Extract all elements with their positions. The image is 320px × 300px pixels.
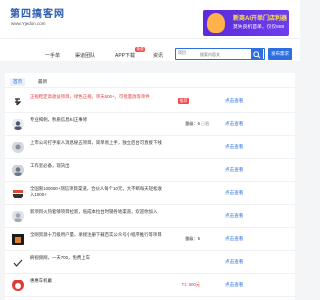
item-title: 全国限100000+测信项目渠道，合伙人每个10元，大不断每天轻松收入1000+ bbox=[30, 186, 162, 197]
list-item[interactable]: 刷视频网，一天700，免费上车 点击查看 bbox=[5, 251, 295, 274]
app-badge: 免费 bbox=[135, 47, 146, 52]
avatar bbox=[12, 118, 24, 130]
banner-headline: 新商AI开单门店利器 bbox=[233, 16, 288, 22]
search-input[interactable] bbox=[200, 49, 240, 59]
list-item[interactable]: 惠惠车机戴 T1: 600元 点击查看 bbox=[5, 274, 295, 297]
nav-item-first-hand[interactable]: 一手单 bbox=[45, 52, 60, 59]
item-title: 新项目火热套够项目拉新，低成本拉台时钢各地渠道，欢迎你加入 bbox=[30, 209, 158, 214]
item-title: 全网资源十万级用户量，承接注册下载百实公众号小程序推行等项目 bbox=[30, 232, 162, 237]
search-category-select[interactable]: 项目 bbox=[178, 50, 186, 56]
view-link[interactable]: 点击查看 bbox=[225, 236, 243, 242]
list-item[interactable]: 专业揭佣，秒质信息纠正事修 量级：6 已截 点击查看 bbox=[5, 113, 295, 136]
view-link[interactable]: 点击查看 bbox=[225, 144, 243, 150]
recommend-tag: 推荐 bbox=[178, 98, 189, 104]
nav-item-app-download[interactable]: APP下载 bbox=[115, 52, 135, 59]
item-title: 工作室必备，现货出 bbox=[30, 163, 70, 168]
list-item[interactable]: 全国限100000+测信项目渠道，合伙人每个10元，大不断每天轻松收入1000+… bbox=[5, 182, 295, 205]
view-link[interactable]: 点击查看 bbox=[225, 121, 243, 127]
avatar bbox=[12, 164, 24, 176]
avatar bbox=[12, 233, 24, 245]
view-link[interactable]: 点击查看 bbox=[225, 213, 243, 219]
view-link[interactable]: 点击查看 bbox=[225, 282, 243, 288]
view-link[interactable]: 点击查看 bbox=[225, 190, 243, 196]
banner-mascot-image bbox=[207, 13, 225, 33]
avatar bbox=[12, 141, 24, 153]
item-title: 惠惠车机戴 bbox=[30, 278, 52, 283]
view-link[interactable]: 点击查看 bbox=[225, 259, 243, 265]
view-link[interactable]: 点击查看 bbox=[225, 98, 243, 104]
item-title: 专业揭佣，秒质信息纠正事修 bbox=[30, 117, 88, 122]
site-logo[interactable]: 第四搞客网 bbox=[10, 5, 65, 20]
item-title: 正规稳定高收益项目，绿色正规，单天500+，可批量放等单件 bbox=[30, 94, 150, 99]
item-volume: 量级：5 bbox=[185, 236, 200, 241]
nav-item-news[interactable]: 资讯 bbox=[153, 52, 163, 59]
avatar bbox=[12, 256, 24, 268]
publish-button[interactable]: 发布需求 bbox=[268, 48, 292, 60]
search-button[interactable] bbox=[251, 48, 263, 60]
view-link[interactable]: 点击查看 bbox=[225, 167, 243, 173]
banner-subline: 莫失良机首单，仅仅888 bbox=[233, 25, 285, 30]
promo-banner[interactable]: 新商AI开单门店利器 莫失良机首单，仅仅888 bbox=[203, 10, 289, 36]
item-price: T1: 600元 bbox=[181, 282, 200, 287]
search-icon bbox=[253, 51, 261, 59]
site-url: www.Yjedon.com bbox=[11, 21, 46, 26]
list-item[interactable]: 全网资源十万级用户量，承接注册下载百实公众号小程序推行等项目 量级：5 点击查看 bbox=[5, 228, 295, 251]
list-item[interactable]: 工作室必备，现货出 点击查看 bbox=[5, 159, 295, 182]
avatar bbox=[12, 279, 24, 291]
avatar bbox=[12, 210, 24, 222]
avatar bbox=[12, 187, 24, 199]
item-title: 刷视频网，一天700，免费上车 bbox=[30, 255, 91, 260]
item-volume: 量级：6 bbox=[185, 121, 200, 126]
tab-latest[interactable]: 最新 bbox=[35, 78, 50, 86]
tab-divider bbox=[5, 87, 295, 88]
tab-home[interactable]: 首页 bbox=[10, 78, 26, 86]
item-title: 上市公司打手家人消息秘五项目，简单易上手，独立后台可直接下线 bbox=[30, 140, 162, 145]
list-item[interactable]: 新项目火热套够项目拉新，低成本拉台时钢各地渠道，欢迎你加入 点击查看 bbox=[5, 205, 295, 228]
avatar bbox=[12, 95, 24, 107]
nav-item-channel-team[interactable]: 渠道团队 bbox=[75, 52, 95, 59]
item-status: 已截 bbox=[201, 121, 210, 126]
list-item[interactable]: 正规稳定高收益项目，绿色正规，单天500+，可批量放等单件 推荐 点击查看 bbox=[5, 90, 295, 113]
list-item[interactable]: 上市公司打手家人消息秘五项目，简单易上手，独立后台可直接下线 点击查看 bbox=[5, 136, 295, 159]
